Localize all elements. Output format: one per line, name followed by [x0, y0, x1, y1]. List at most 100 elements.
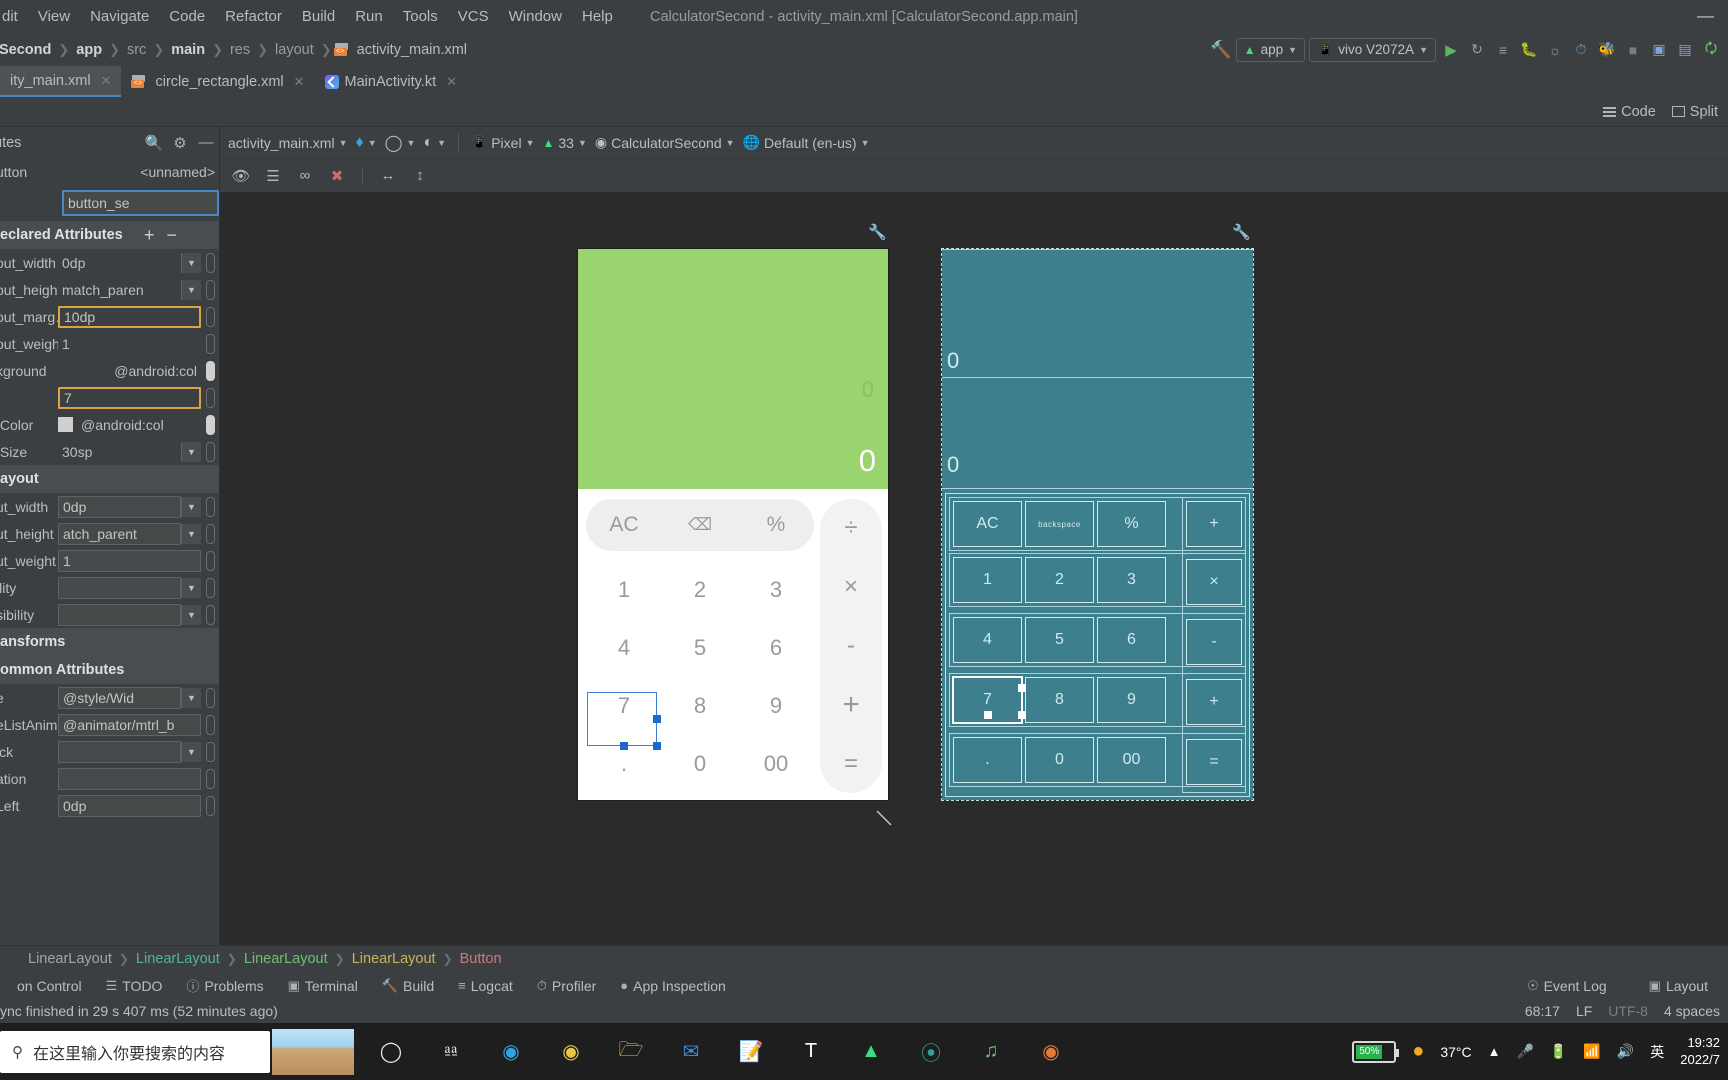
theme-dropdown[interactable]: ◉ CalculatorSecond ▼	[595, 134, 735, 151]
attr-indicator[interactable]	[206, 795, 215, 816]
profiler-icon[interactable]: ⏱	[1570, 38, 1592, 62]
music-icon[interactable]: ♫	[974, 1035, 1008, 1069]
menu-view[interactable]: View	[28, 5, 80, 28]
common-attributes-section-header[interactable]: ommon Attributes	[0, 656, 219, 684]
taskbar-widget-thumbnail[interactable]	[272, 1028, 354, 1075]
indent-setting[interactable]: 4 spaces	[1664, 1003, 1720, 1019]
search-icon[interactable]: 🔍	[141, 134, 167, 152]
blueprint-preview[interactable]: 0 0 AC backspace % 1 2 3 4 5 6 7 8 9 . 0…	[941, 248, 1254, 801]
gear-icon[interactable]: ⚙	[167, 134, 193, 152]
attr-indicator[interactable]	[206, 604, 215, 625]
chevron-down-icon[interactable]: ▼	[181, 577, 201, 598]
blueprint-key-1[interactable]: 1	[953, 557, 1022, 603]
minimize-panel-icon[interactable]: —	[193, 134, 219, 151]
edge-icon[interactable]: ◉	[494, 1035, 528, 1069]
cortana-icon[interactable]: ◯	[374, 1035, 408, 1069]
design-preview[interactable]: 0 0 AC ⌫ % 1 2 3 4 5 6 7 8 9 . 0 00 ÷ × …	[578, 249, 888, 800]
device-dropdown[interactable]: 📱 Pixel ▼	[471, 135, 534, 151]
toolwin-terminal[interactable]: ▣ Terminal	[276, 978, 370, 994]
design-file-selector[interactable]: activity_main.xml ▼	[228, 135, 348, 151]
volume-icon[interactable]: 🔊	[1617, 1043, 1634, 1060]
debug-icon[interactable]: 🐛	[1518, 38, 1540, 62]
attr-value-input[interactable]: 7	[58, 386, 201, 409]
mode-code[interactable]: Code	[1603, 104, 1656, 120]
add-remove-attribute-buttons[interactable]: +−	[144, 225, 219, 246]
tab-circle-rectangle-xml[interactable]: circle_rectangle.xml ✕	[121, 66, 314, 97]
attr-value-input[interactable]: atch_parent	[58, 522, 181, 545]
minimize-button[interactable]: —	[1697, 7, 1714, 24]
toolwin-build[interactable]: 🔨 Build	[370, 978, 446, 994]
key-ac[interactable]: AC	[586, 513, 662, 537]
blueprint-key-multiply[interactable]: ×	[1186, 559, 1242, 605]
component-linearlayout-2[interactable]: LinearLayout	[132, 951, 224, 967]
notes-icon[interactable]: 📝	[734, 1035, 768, 1069]
attr-value-input[interactable]: @animator/mtrl_b	[58, 713, 201, 736]
attr-indicator[interactable]	[206, 279, 215, 300]
attr-value-input[interactable]	[58, 603, 181, 626]
menu-code[interactable]: Code	[159, 5, 215, 28]
firefox-icon[interactable]: ◉	[1034, 1035, 1068, 1069]
match-width-icon[interactable]: ↔	[377, 165, 399, 187]
key-1[interactable]: 1	[586, 561, 662, 619]
attr-indicator[interactable]	[206, 414, 215, 435]
sync-gradle-icon[interactable]: 🗘	[1700, 38, 1722, 62]
build-hammer-icon[interactable]: 🔨	[1210, 38, 1232, 62]
attr-value[interactable]: 30sp	[58, 444, 181, 460]
attr-value[interactable]: match_paren	[58, 282, 181, 298]
blueprint-selection-handle-corner[interactable]	[1018, 711, 1026, 719]
menu-refactor[interactable]: Refactor	[215, 5, 292, 28]
caret-position[interactable]: 68:17	[1525, 1003, 1560, 1019]
key-percent[interactable]: %	[738, 513, 814, 537]
attr-value-input[interactable]: @style/Wid	[58, 686, 181, 709]
key-00[interactable]: 00	[738, 735, 814, 793]
attr-value-input[interactable]: 1	[58, 549, 201, 572]
line-separator[interactable]: LF	[1576, 1003, 1592, 1019]
chevron-down-icon[interactable]: ▼	[181, 441, 201, 462]
selection-handle-right[interactable]	[653, 715, 661, 723]
chevron-down-icon[interactable]: ▼	[181, 741, 201, 762]
menu-tools[interactable]: Tools	[393, 5, 448, 28]
key-minus[interactable]: -	[820, 617, 882, 676]
blueprint-selection-handle-bottom[interactable]	[984, 711, 992, 719]
toolwin-app-inspection[interactable]: ● App Inspection	[608, 978, 737, 994]
attr-value-input[interactable]: 0dp	[58, 495, 181, 518]
orientation-button[interactable]: ◯ ▼	[385, 133, 416, 153]
menu-build[interactable]: Build	[292, 5, 345, 28]
breadcrumb-main[interactable]: main	[166, 42, 210, 58]
clear-constraints-icon[interactable]: ✖	[326, 165, 348, 187]
tab-activity-main-xml[interactable]: ity_main.xml ✕	[0, 66, 122, 97]
design-wrench-icon[interactable]: 🔧	[868, 223, 887, 241]
battery-tray-icon[interactable]: 🔋	[1550, 1043, 1567, 1060]
key-0[interactable]: 0	[662, 735, 738, 793]
chevron-down-icon[interactable]: ▼	[181, 252, 201, 273]
tab-main-activity-kt[interactable]: MainActivity.kt ✕	[315, 66, 468, 97]
night-mode-button[interactable]: ◐ ▼	[423, 134, 446, 152]
blueprint-key-2[interactable]: 2	[1025, 557, 1094, 603]
blueprint-key-ac[interactable]: AC	[953, 501, 1022, 547]
toolwin-profiler[interactable]: ⏱ Profiler	[525, 978, 609, 994]
attr-indicator[interactable]	[206, 741, 215, 762]
chevron-down-icon[interactable]: ▼	[181, 687, 201, 708]
menu-edit[interactable]: dit	[0, 5, 28, 28]
selection-handle-bottom[interactable]	[620, 742, 628, 750]
component-linearlayout-1[interactable]: LinearLayout	[24, 951, 116, 967]
typora-icon[interactable]: T	[794, 1035, 828, 1069]
blueprint-key-dot[interactable]: .	[953, 737, 1022, 783]
key-equals[interactable]: =	[820, 734, 882, 793]
match-height-icon[interactable]: ↕	[409, 165, 431, 187]
key-5[interactable]: 5	[662, 619, 738, 677]
microphone-icon[interactable]: 🎤	[1516, 1043, 1533, 1060]
breadcrumb-src[interactable]: src	[122, 42, 151, 58]
key-7[interactable]: 7	[586, 677, 662, 735]
task-view-icon[interactable]: ⎂	[434, 1035, 468, 1069]
attr-indicator[interactable]	[206, 306, 215, 327]
color-swatch[interactable]	[58, 417, 73, 432]
breadcrumb-res[interactable]: res	[225, 42, 255, 58]
weather-temperature[interactable]: 37°C	[1440, 1044, 1471, 1060]
attr-value[interactable]: @android:col	[58, 363, 201, 379]
blueprint-key-4[interactable]: 4	[953, 617, 1022, 663]
rerun-icon[interactable]: ↻	[1466, 38, 1488, 62]
sdk-manager-icon[interactable]: ▤	[1674, 38, 1696, 62]
blueprint-key-minus[interactable]: -	[1186, 619, 1242, 665]
close-icon[interactable]: ✕	[294, 74, 305, 90]
